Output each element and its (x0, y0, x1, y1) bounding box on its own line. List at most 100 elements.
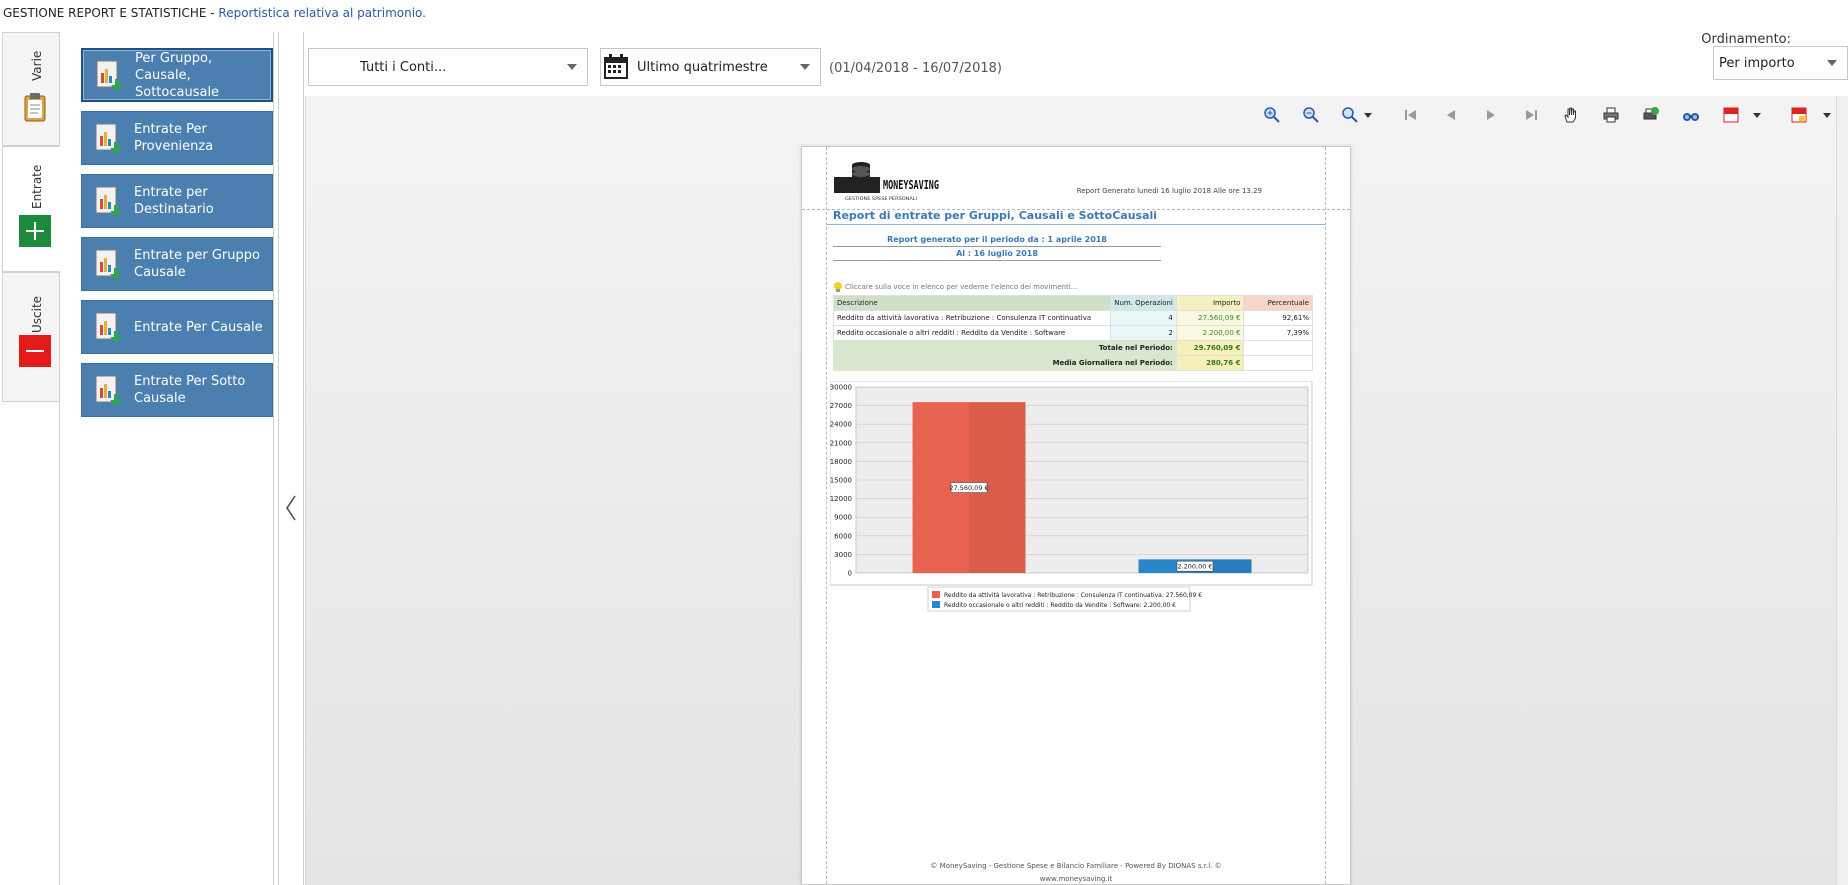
period-from: Report generato per il periodo da : 1 ap… (833, 233, 1161, 247)
tab-varie[interactable]: Varie (2, 32, 60, 146)
clipboard-icon (24, 93, 46, 122)
y-tick-label: 6000 (834, 532, 852, 540)
row-amount: 2.200,00 € (1175, 325, 1245, 341)
print-preview-icon[interactable] (1640, 104, 1662, 126)
ordering-select-value: Per importo (1719, 55, 1795, 71)
row-description: Reddito da attività lavorativa : Retribu… (832, 310, 1112, 326)
send-pdf-icon[interactable] (1788, 104, 1810, 126)
ordering-select[interactable]: Per importo (1713, 46, 1848, 80)
legend-swatch (932, 601, 940, 608)
generated-note: Report Generato lunedì 16 luglio 2018 Al… (1076, 187, 1262, 195)
chevron-down-icon (1827, 60, 1837, 66)
footer-copyright: © MoneySaving - Gestione Spese e Bilanci… (930, 862, 1222, 870)
first-page-icon[interactable] (1400, 104, 1422, 126)
report-menu-item[interactable]: Per Gruppo, Causale, Sottocausale (81, 48, 273, 102)
total-row: Totale nel Periodo: 29.760,09 € (833, 340, 1313, 356)
find-icon[interactable] (1680, 104, 1702, 126)
tab-uscite[interactable]: Uscite (2, 272, 60, 402)
column-header: Descrizione (832, 295, 1112, 311)
filter-bar: Tutti i Conti... Ultimo quatrimestre (01… (305, 32, 1848, 96)
report-menu-item[interactable]: Entrate Per Sotto Causale (81, 363, 273, 417)
report-chart-icon (95, 186, 122, 217)
report-chart-icon (95, 375, 122, 406)
report-menu-label: Entrate Per Sotto Causale (134, 374, 246, 406)
zoom-icon[interactable] (1339, 104, 1361, 126)
legend-entry: Reddito occasionale o altri redditi : Re… (944, 602, 1176, 609)
table-row[interactable]: Reddito occasionale o altri redditi : Re… (832, 325, 1313, 341)
chevron-down-icon (800, 64, 810, 70)
row-amount: 27.560,09 € (1175, 310, 1245, 326)
period-select-value: Ultimo quatrimestre (637, 59, 768, 75)
report-menu-item[interactable]: Entrate per Gruppo Causale (81, 237, 273, 291)
zoom-out-icon[interactable] (1300, 104, 1322, 126)
next-page-icon[interactable] (1480, 104, 1502, 126)
y-tick-label: 30000 (830, 384, 852, 392)
legend-entry: Reddito da attività lavorativa : Retribu… (944, 592, 1202, 599)
report-menu-item[interactable]: Entrate Per Provenienza (81, 111, 273, 165)
hint-text: Cliccare sulla voce in elenco per vedern… (845, 283, 1078, 291)
page-subtitle: Reportistica relativa al patrimonio. (218, 6, 426, 20)
report-menu-label: Per Gruppo, Causale, Sottocausale (135, 50, 220, 100)
tab-entrate-label: Entrate (30, 164, 44, 209)
row-count: 4 (1110, 310, 1177, 326)
hand-tool-icon[interactable] (1560, 104, 1582, 126)
period-select[interactable]: Ultimo quatrimestre (600, 48, 821, 86)
zoom-in-icon[interactable] (1261, 104, 1283, 126)
collapse-panel-handle[interactable] (278, 32, 304, 885)
y-tick-label: 0 (848, 570, 852, 578)
total-value: 29.760,09 € (1175, 340, 1245, 356)
last-page-icon[interactable] (1520, 104, 1542, 126)
tab-entrate[interactable]: Entrate (2, 146, 60, 272)
ordering-label: Ordinamento: (1701, 32, 1791, 47)
report-menu-label: Entrate Per Causale (134, 319, 263, 335)
print-icon[interactable] (1600, 104, 1622, 126)
data-label: 27.560,09 € (949, 484, 988, 492)
report-chart-icon (95, 123, 122, 154)
report-chart-icon (95, 249, 122, 280)
margin-guide (1325, 147, 1326, 884)
report-chart-icon (95, 312, 122, 343)
report-menu-item[interactable]: Entrate Per Causale (81, 300, 273, 354)
title-underline (827, 224, 1325, 225)
calendar-icon (604, 54, 628, 79)
table-row[interactable]: Reddito da attività lavorativa : Retribu… (832, 310, 1313, 326)
report-chart-icon (96, 60, 123, 91)
column-header: Percentuale (1243, 295, 1313, 311)
row-description: Reddito occasionale o altri redditi : Re… (832, 325, 1112, 341)
send-dropdown-arrow[interactable] (1823, 113, 1831, 118)
export-dropdown-arrow[interactable] (1753, 113, 1761, 118)
period-to: Al : 16 luglio 2018 (833, 247, 1161, 261)
y-tick-label: 3000 (834, 551, 852, 559)
margin-guide (826, 147, 827, 884)
column-header: Importo (1175, 295, 1245, 311)
app-header: GESTIONE REPORT E STATISTICHE - Reportis… (3, 6, 426, 20)
chevron-left-icon (286, 495, 296, 521)
export-pdf-icon[interactable] (1720, 104, 1742, 126)
vertical-scrollbar[interactable] (1836, 96, 1848, 885)
previous-page-icon[interactable] (1440, 104, 1462, 126)
hint-row: Cliccare sulla voce in elenco per vedern… (833, 281, 1077, 293)
footer-website: www.moneysaving.it (1039, 875, 1113, 883)
plus-icon (19, 215, 51, 247)
accounts-select[interactable]: Tutti i Conti... (308, 48, 588, 86)
preview-toolbar (306, 96, 1837, 132)
report-menu-item[interactable]: Entrate per Destinatario (81, 174, 273, 228)
report-title: Report di entrate per Gruppi, Causali e … (833, 209, 1158, 222)
period-range-text: (01/04/2018 - 16/07/2018) (829, 61, 1002, 76)
average-label: Media Giornaliera nel Periodo: (833, 355, 1177, 371)
total-label: Totale nel Periodo: (833, 340, 1177, 356)
column-header: Num. Operazioni (1110, 295, 1177, 311)
y-tick-label: 21000 (830, 439, 852, 447)
y-tick-label: 18000 (830, 458, 852, 466)
tab-uscite-label: Uscite (30, 295, 44, 333)
average-row: Media Giornaliera nel Periodo: 280,76 € (833, 355, 1313, 371)
chevron-down-icon (567, 64, 577, 70)
logo-text: MONEYSAVING (883, 178, 939, 192)
legend-swatch (932, 591, 940, 598)
zoom-dropdown-arrow[interactable] (1364, 113, 1372, 118)
logo-subtext: GESTIONE SPESE PERSONALI (845, 196, 917, 201)
report-menu-label: Entrate per Destinatario (134, 185, 214, 217)
y-tick-label: 27000 (830, 402, 852, 410)
report-menu-label: Entrate Per Provenienza (134, 122, 214, 154)
report-bar-chart: 0 3000 6000 9000 12000 15000 18000 21000 24000 27… (830, 381, 1313, 612)
